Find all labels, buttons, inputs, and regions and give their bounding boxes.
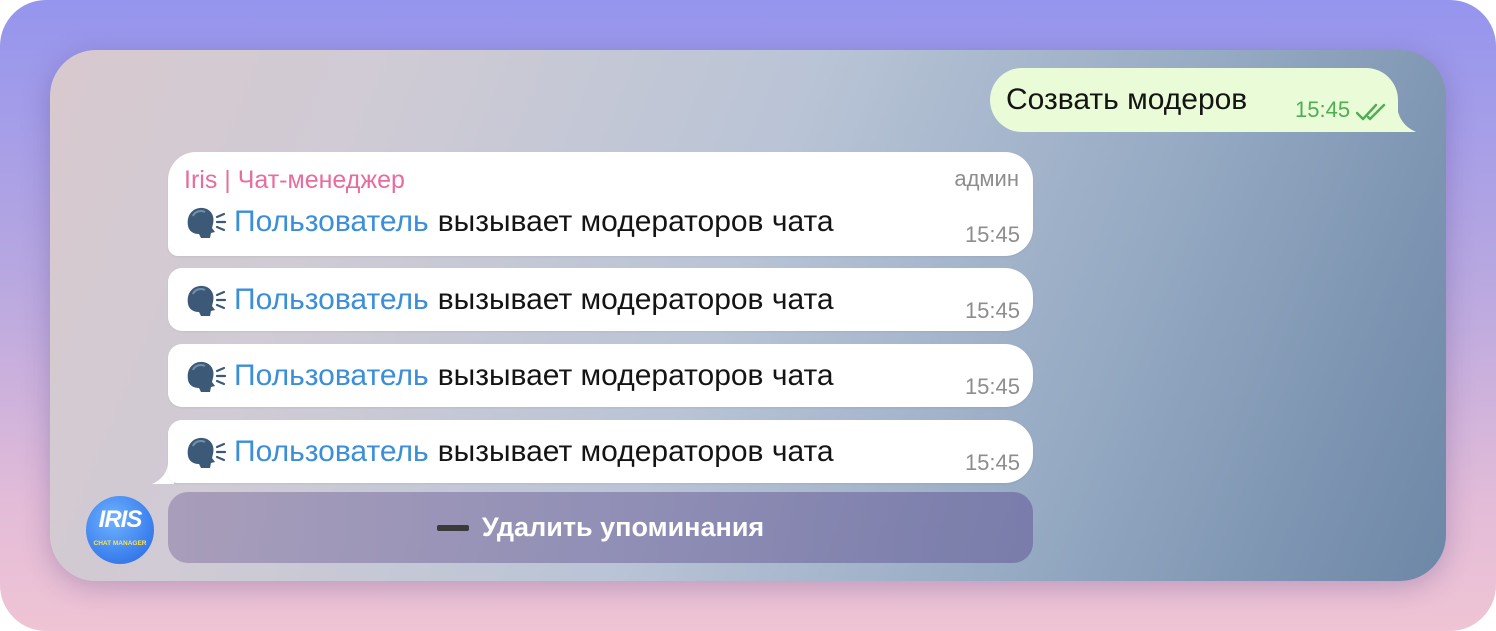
minus-icon <box>436 524 469 531</box>
incoming-message[interactable]: Пользователь вызывает модераторов чата 1… <box>168 268 1033 331</box>
outgoing-message-time: 15:45 <box>1295 97 1351 122</box>
chat-window: Созвать модеров 15:45 Iris | Чат-менедже… <box>50 50 1446 581</box>
message-body: вызывает модераторов чата <box>437 359 834 392</box>
message-text: Пользователь вызывает модераторов чата <box>184 282 834 318</box>
speaking-head-icon <box>187 361 226 392</box>
message-body: вызывает модераторов чата <box>437 435 834 468</box>
delete-mentions-label: Удалить упоминания <box>481 512 765 542</box>
message-body: вызывает модераторов чата <box>437 283 834 316</box>
incoming-message[interactable]: Пользователь вызывает модераторов чата 1… <box>168 420 1033 483</box>
avatar-logo-text: IRIS <box>98 506 143 533</box>
message-time: 15:45 <box>964 222 1020 247</box>
message-body: вызывает модераторов чата <box>437 205 834 238</box>
speaking-head-icon <box>187 285 226 316</box>
speaking-head-icon <box>187 437 226 468</box>
message-time: 15:45 <box>964 298 1020 323</box>
avatar-logo-subtitle: CHAT MANAGER <box>93 540 147 547</box>
outgoing-message[interactable]: Созвать модеров 15:45 <box>990 68 1398 132</box>
background-frame: Созвать модеров 15:45 Iris | Чат-менедже… <box>0 0 1496 631</box>
message-text: Пользователь вызывает модераторов чата <box>184 358 834 394</box>
speaking-head-icon <box>187 207 226 238</box>
user-mention-link[interactable]: Пользователь <box>234 435 429 469</box>
user-mention-link[interactable]: Пользователь <box>234 205 429 239</box>
incoming-message[interactable]: Пользователь вызывает модераторов чата 1… <box>168 344 1033 407</box>
double-check-icon <box>1356 103 1386 121</box>
message-text: Пользователь вызывает модераторов чата <box>184 204 834 240</box>
delete-mentions-button[interactable]: Удалить упоминания <box>168 492 1033 563</box>
sender-name[interactable]: Iris | Чат-менеджер <box>184 166 405 195</box>
outgoing-message-text: Созвать модеров <box>1006 83 1248 116</box>
user-mention-link[interactable]: Пользователь <box>234 359 429 393</box>
user-mention-link[interactable]: Пользователь <box>234 283 429 317</box>
message-time: 15:45 <box>964 450 1020 475</box>
message-text: Пользователь вызывает модераторов чата <box>184 434 834 470</box>
sender-role-badge: админ <box>954 166 1019 191</box>
message-time: 15:45 <box>964 374 1020 399</box>
avatar[interactable]: IRIS CHAT MANAGER <box>86 496 154 564</box>
incoming-message[interactable]: Iris | Чат-менеджер админ Пользователь в… <box>168 152 1033 256</box>
